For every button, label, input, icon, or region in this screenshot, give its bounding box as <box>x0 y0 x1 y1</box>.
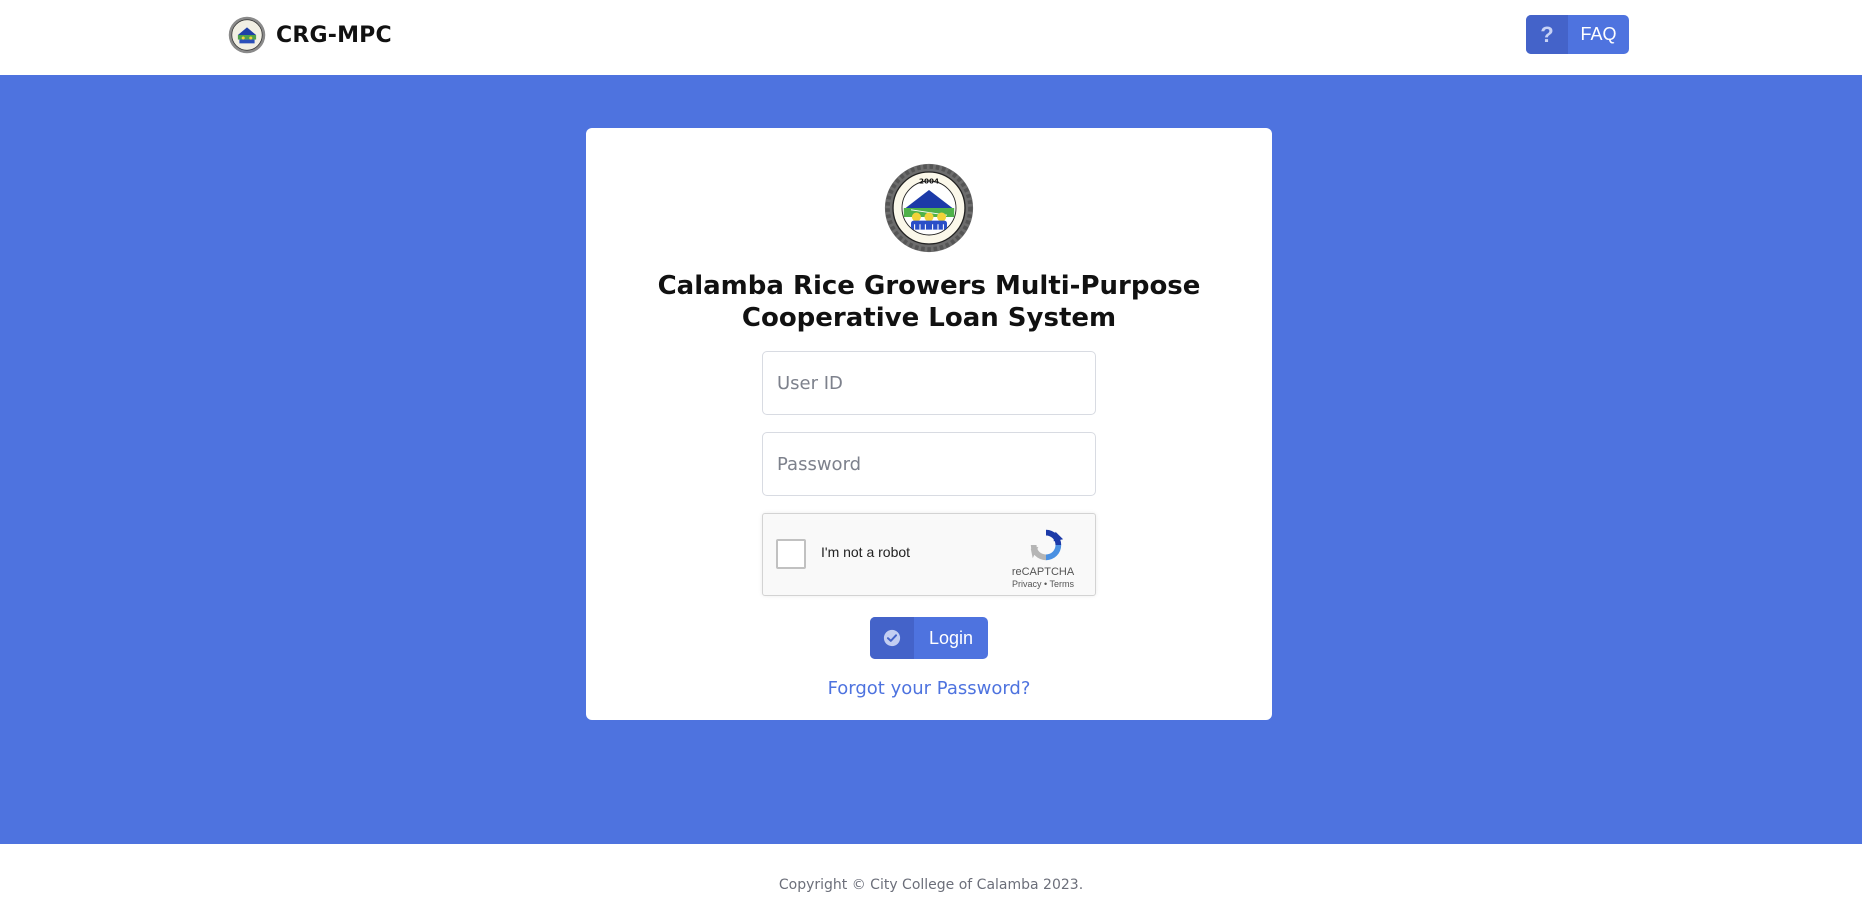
brand-name: CRG-MPC <box>276 22 392 48</box>
password-input[interactable] <box>762 432 1096 496</box>
recaptcha-separator: • <box>1041 579 1050 589</box>
check-circle-icon <box>870 617 914 659</box>
page-title-line1: Calamba Rice Growers Multi-Purpose <box>657 271 1201 301</box>
faq-button[interactable]: ? FAQ <box>1526 15 1629 54</box>
navbar: CRG-MPC ? FAQ <box>0 0 1862 75</box>
login-button[interactable]: Login <box>870 617 988 659</box>
recaptcha-terms-link[interactable]: Terms <box>1050 579 1075 589</box>
page-title-line2: Cooperative Loan System <box>741 303 1117 333</box>
recaptcha-links: Privacy • Terms <box>993 579 1093 589</box>
user-id-input[interactable] <box>762 351 1096 415</box>
recaptcha-label: I'm not a robot <box>821 544 911 560</box>
copyright-text: Copyright © City College of Calamba 2023… <box>778 877 1084 893</box>
recaptcha-widget: I'm not a robot reCAPTCHA Privacy • Term… <box>762 513 1096 596</box>
brand-link[interactable]: CRG-MPC <box>228 16 392 54</box>
recaptcha-brand: reCAPTCHA <box>1011 566 1075 578</box>
forgot-password-link[interactable]: Forgot your Password? <box>586 678 1272 699</box>
question-mark-icon: ? <box>1526 15 1568 54</box>
brand-logo-icon <box>228 16 266 54</box>
faq-label: FAQ <box>1580 24 1617 44</box>
recaptcha-logo-icon <box>1030 529 1064 561</box>
seal-year-text: 2004 <box>919 177 939 186</box>
login-card: 2004 Calamba Rice Growers Multi-Purpose … <box>586 128 1272 720</box>
cooperative-seal-logo: 2004 <box>884 163 974 253</box>
recaptcha-privacy-link[interactable]: Privacy <box>1012 579 1042 589</box>
login-label: Login <box>928 627 974 648</box>
footer: Copyright © City College of Calamba 2023… <box>0 844 1862 923</box>
login-section: 2004 Calamba Rice Growers Multi-Purpose … <box>0 75 1862 844</box>
recaptcha-checkbox[interactable] <box>776 539 806 569</box>
page-title: Calamba Rice Growers Multi-Purpose Coope… <box>586 270 1272 334</box>
